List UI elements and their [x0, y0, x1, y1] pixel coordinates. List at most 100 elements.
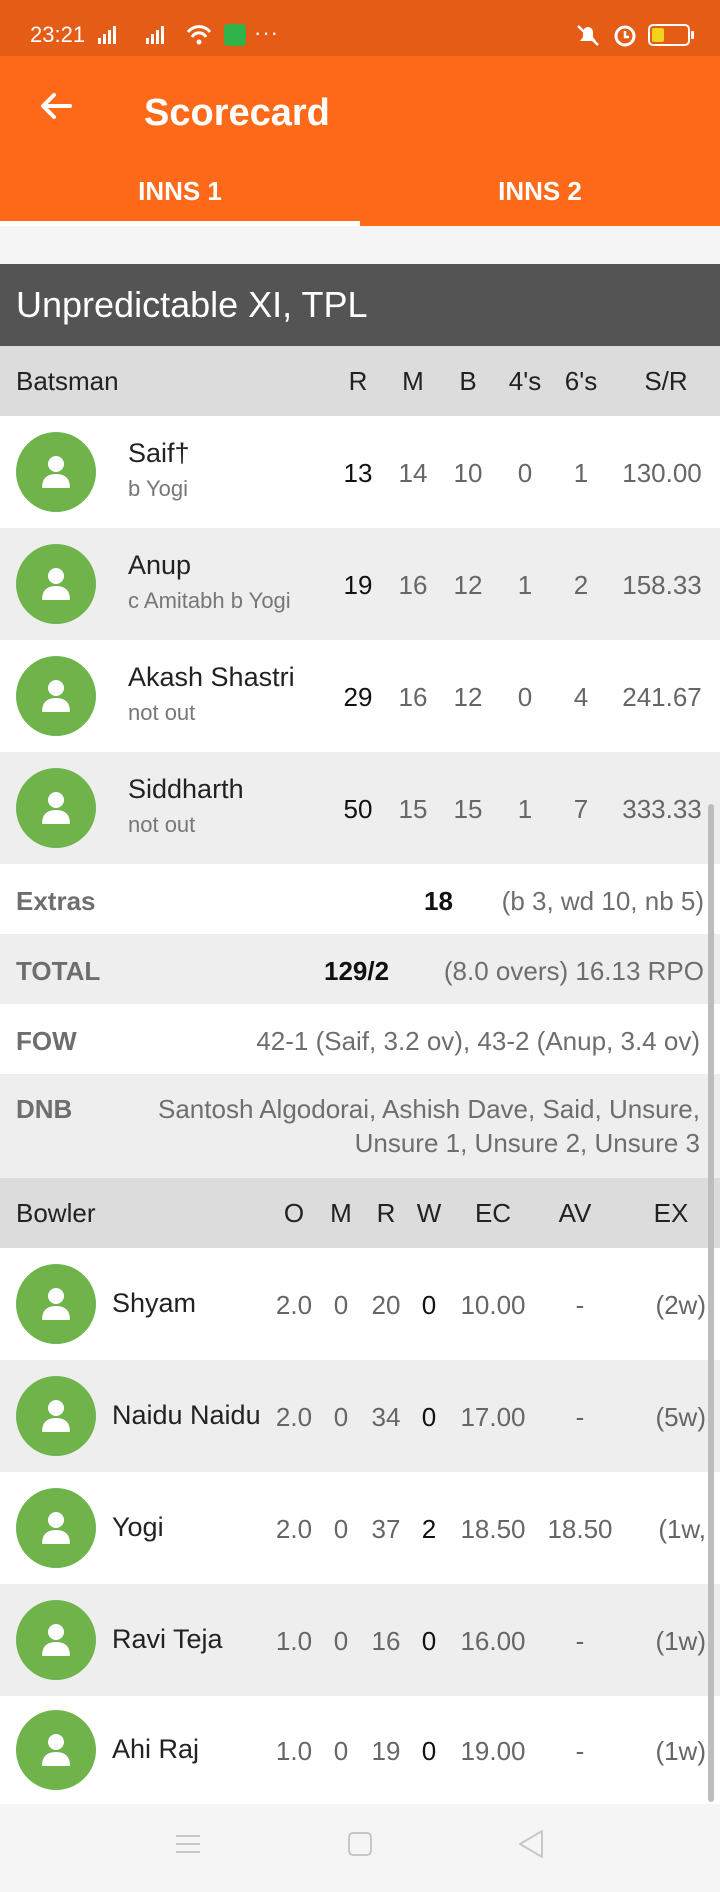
innings-tabs: INNS 1 INNS 2 [0, 166, 720, 226]
menu-icon[interactable] [174, 1832, 202, 1856]
batsman-sixes: 4 [573, 682, 589, 712]
system-nav-bar [0, 1804, 720, 1892]
batsman-balls: 12 [453, 570, 483, 600]
batsman-runs: 19 [343, 570, 373, 600]
batsman-row[interactable]: Siddharth not out 50 15 15 1 7 333.33 [0, 752, 720, 864]
avatar-icon [16, 768, 96, 848]
app-bar: Scorecard INNS 1 INNS 2 [0, 56, 720, 226]
header-wickets: W [416, 1198, 442, 1228]
bowler-maidens: 0 [333, 1402, 349, 1432]
back-arrow-icon[interactable] [36, 86, 76, 126]
avatar-icon [16, 1600, 96, 1680]
back-nav-icon[interactable] [516, 1828, 546, 1860]
batsman-name: Siddharth [128, 774, 244, 804]
bowler-runs: 20 [371, 1290, 401, 1320]
bowler-maidens: 0 [333, 1514, 349, 1544]
tab-inns-1[interactable]: INNS 1 [0, 166, 360, 226]
bowler-maidens: 0 [333, 1736, 349, 1766]
batsman-runs: 13 [343, 458, 373, 488]
bowler-wickets: 2 [421, 1514, 437, 1544]
header-economy: EC [474, 1198, 512, 1228]
header-overs: O [283, 1198, 305, 1228]
fow-value: 42-1 (Saif, 3.2 ov), 43-2 (Anup, 3.4 ov) [256, 1026, 700, 1056]
avatar-icon [16, 432, 96, 512]
bowler-name: Naidu Naidu [112, 1400, 261, 1430]
tab-inns-2[interactable]: INNS 2 [360, 166, 720, 226]
batsman-sixes: 7 [573, 794, 589, 824]
batsman-balls: 10 [453, 458, 483, 488]
avatar-icon [16, 1488, 96, 1568]
bowler-average: - [575, 1402, 585, 1432]
bowler-wickets: 0 [421, 1626, 437, 1656]
batsman-minutes: 16 [398, 570, 428, 600]
bowling-header: Bowler O M R W EC AV EX [0, 1178, 720, 1248]
bowler-overs: 2.0 [275, 1290, 313, 1320]
batsman-strike-rate: 333.33 [622, 794, 702, 824]
header-batsman: Batsman [16, 366, 119, 396]
bowler-extras: (1w) [655, 1736, 706, 1766]
status-time: 23:21 [30, 22, 86, 47]
bowler-overs: 2.0 [275, 1402, 313, 1432]
bowler-row[interactable]: Naidu Naidu 2.0 0 34 0 17.00 - (5w) [0, 1360, 720, 1472]
bowler-runs: 19 [371, 1736, 401, 1766]
scrollbar[interactable] [708, 804, 714, 1802]
total-row: TOTAL 129/2 (8.0 overs) 16.13 RPO [0, 934, 720, 1004]
header-average: AV [558, 1198, 592, 1228]
batsman-row[interactable]: Anup c Amitabh b Yogi 19 16 12 1 2 158.3… [0, 528, 720, 640]
total-detail: (8.0 overs) 16.13 RPO [443, 956, 704, 986]
batsman-dismissal: c Amitabh b Yogi [128, 588, 291, 613]
team-name: Unpredictable XI, TPL [0, 264, 720, 346]
batsman-minutes: 16 [398, 682, 428, 712]
header-runs-conceded: R [376, 1198, 396, 1228]
header-fours: 4's [508, 366, 542, 396]
bowler-economy: 16.00 [460, 1626, 526, 1656]
signal-icon [98, 25, 212, 45]
avatar-icon [16, 1264, 96, 1344]
batsman-row[interactable]: Akash Shastri not out 29 16 12 0 4 241.6… [0, 640, 720, 752]
avatar-icon [16, 544, 96, 624]
bowler-extras: (5w) [655, 1402, 706, 1432]
batsman-dismissal: b Yogi [128, 476, 188, 501]
battery-icon [648, 24, 694, 46]
bowler-runs: 34 [371, 1402, 401, 1432]
bowler-economy: 10.00 [460, 1290, 526, 1320]
avatar-icon [16, 656, 96, 736]
header-maidens: M [330, 1198, 352, 1228]
bowler-row[interactable]: Ravi Teja 1.0 0 16 0 16.00 - (1w) [0, 1584, 720, 1696]
batsman-dismissal: not out [128, 700, 196, 725]
batsman-fours: 0 [517, 682, 533, 712]
header-sixes: 6's [564, 366, 598, 396]
bowler-wickets: 0 [421, 1736, 437, 1766]
bowler-extras: (1w, [658, 1514, 706, 1544]
batsman-name: Anup [128, 550, 192, 580]
batsman-strike-rate: 158.33 [622, 570, 702, 600]
bowler-maidens: 0 [333, 1290, 349, 1320]
home-icon[interactable] [346, 1830, 374, 1858]
bowler-average: 18.50 [547, 1514, 613, 1544]
bowler-row[interactable]: Yogi 2.0 0 37 2 18.50 18.50 (1w, [0, 1472, 720, 1584]
bowler-row[interactable]: Ahi Raj 1.0 0 19 0 19.00 - (1w) [0, 1696, 720, 1804]
batsman-strike-rate: 241.67 [622, 682, 702, 712]
extras-label: Extras [16, 886, 96, 916]
header-extras: EX [653, 1198, 689, 1228]
bowler-average: - [575, 1736, 585, 1766]
bowler-wickets: 0 [421, 1290, 437, 1320]
dnb-row: DNB Santosh Algodorai, Ashish Dave, Said… [0, 1074, 720, 1178]
batsman-name: Saif† [128, 438, 190, 468]
bowler-economy: 17.00 [460, 1402, 526, 1432]
batsman-row[interactable]: Saif† b Yogi 13 14 10 0 1 130.00 [0, 416, 720, 528]
bowler-name: Ahi Raj [112, 1734, 200, 1764]
bowler-overs: 1.0 [275, 1736, 313, 1766]
batsman-fours: 1 [517, 570, 533, 600]
extras-row: Extras 18 (b 3, wd 10, nb 5) [0, 864, 720, 934]
batsman-sixes: 1 [573, 458, 589, 488]
fow-row: FOW 42-1 (Saif, 3.2 ov), 43-2 (Anup, 3.4… [0, 1004, 720, 1074]
bowler-economy: 19.00 [460, 1736, 526, 1766]
batsman-runs: 50 [343, 794, 373, 824]
status-bar: 23:21 ··· [0, 0, 720, 56]
bowler-runs: 16 [371, 1626, 401, 1656]
bowler-extras: (1w) [655, 1626, 706, 1656]
extras-value: 18 [424, 886, 453, 916]
bowler-row[interactable]: Shyam 2.0 0 20 0 10.00 - (2w) [0, 1248, 720, 1360]
avatar-icon [16, 1376, 96, 1456]
